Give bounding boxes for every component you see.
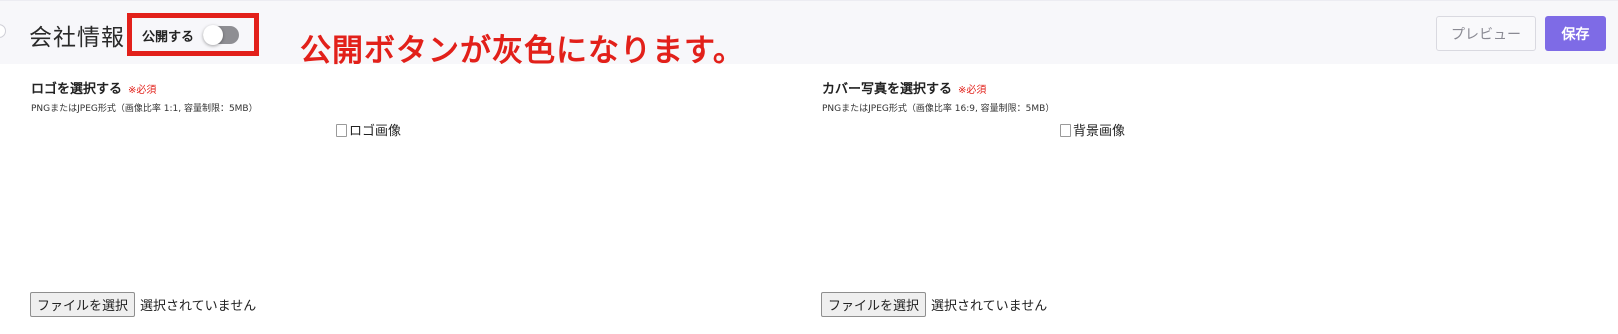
logo-image-alt: ロゴ画像 — [349, 124, 402, 139]
broken-image-icon — [335, 123, 347, 137]
cover-required-badge: ※必須 — [958, 85, 987, 96]
cover-image: 背景画像 — [1059, 120, 1125, 139]
cover-file-status: 選択されていません — [931, 299, 1048, 314]
logo-image: ロゴ画像 — [335, 120, 401, 139]
logo-hint: PNGまたはJPEG形式（画像比率 1:1, 容量制限：5MB） — [31, 104, 258, 114]
annotation-text: 公開ボタンが灰色になります。 — [300, 33, 745, 69]
save-button[interactable]: 保存 — [1545, 16, 1606, 51]
cover-file-button[interactable]: ファイルを選択 — [821, 292, 927, 317]
logo-section-title: ロゴを選択する ※必須 — [31, 78, 156, 97]
publish-highlight-box: 公開する — [127, 13, 259, 56]
cover-image-alt: 背景画像 — [1073, 124, 1126, 139]
publish-toggle[interactable] — [203, 25, 239, 45]
logo-file-input: ファイルを選択 選択されていません — [30, 292, 256, 317]
cover-hint: PNGまたはJPEG形式（画像比率 16:9, 容量制限：5MB） — [822, 104, 1055, 114]
preview-button[interactable]: プレビュー — [1436, 16, 1536, 51]
page-title: 会社情報 — [29, 25, 125, 51]
logo-title-text: ロゴを選択する — [31, 82, 123, 97]
cover-section-title: カバー写真を選択する ※必須 — [822, 78, 986, 97]
publish-label: 公開する — [142, 30, 195, 45]
broken-image-icon — [1059, 123, 1071, 137]
logo-file-status: 選択されていません — [140, 299, 257, 314]
logo-required-badge: ※必須 — [128, 85, 157, 96]
toggle-knob — [203, 25, 223, 45]
cover-file-input: ファイルを選択 選択されていません — [821, 292, 1047, 317]
cover-title-text: カバー写真を選択する — [822, 82, 953, 97]
logo-file-button[interactable]: ファイルを選択 — [30, 292, 136, 317]
